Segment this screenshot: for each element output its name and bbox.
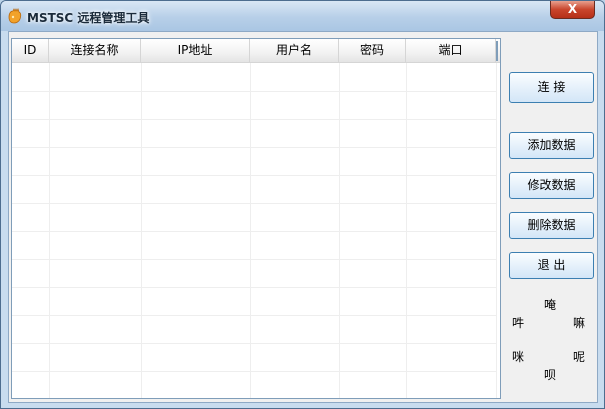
grid-column-line — [496, 63, 497, 398]
decor-glyph-right-upper: 嘛 — [573, 316, 586, 330]
column-header-id[interactable]: ID — [12, 39, 49, 63]
column-header-ip[interactable]: IP地址 — [141, 39, 250, 63]
grid-row-line — [12, 371, 496, 372]
connect-button[interactable]: 连 接 — [509, 72, 594, 103]
window-title: MSTSC 远程管理工具 — [27, 11, 150, 25]
grid-row-line — [12, 91, 496, 92]
column-header-password[interactable]: 密码 — [339, 39, 406, 63]
column-header-user[interactable]: 用户名 — [250, 39, 339, 63]
add-data-button[interactable]: 添加数据 — [509, 132, 594, 159]
delete-data-button[interactable]: 删除数据 — [509, 212, 594, 239]
grid-row-line — [12, 175, 496, 176]
client-area: ID 连接名称 IP地址 用户名 密码 端口 连 接 添加数据 修改数据 删除数… — [8, 31, 598, 403]
grid-row-line — [12, 231, 496, 232]
grid-row-line — [12, 259, 496, 260]
app-window: MSTSC 远程管理工具 X ID 连接名称 IP地址 用户名 密码 端口 连 … — [0, 0, 605, 409]
grid-row-line — [12, 147, 496, 148]
close-button[interactable]: X — [550, 1, 595, 19]
decor-glyph-left-upper: 吽 — [512, 316, 525, 330]
exit-button[interactable]: 退 出 — [509, 252, 594, 279]
column-header-port[interactable]: 端口 — [406, 39, 496, 63]
grid-row-line — [12, 343, 496, 344]
grid-row-line — [12, 119, 496, 120]
grid-row-line — [12, 203, 496, 204]
list-header: ID 连接名称 IP地址 用户名 密码 端口 — [12, 39, 500, 63]
app-icon — [8, 8, 22, 24]
column-header-name[interactable]: 连接名称 — [49, 39, 141, 63]
header-resize-grip[interactable] — [496, 41, 498, 61]
grid-row-line — [12, 315, 496, 316]
grid-row-line — [12, 287, 496, 288]
decor-glyph-top: 唵 — [544, 298, 557, 312]
decor-glyph-left-lower: 咪 — [512, 350, 525, 364]
connection-list[interactable]: ID 连接名称 IP地址 用户名 密码 端口 — [11, 38, 501, 399]
title-bar[interactable]: MSTSC 远程管理工具 X — [1, 1, 604, 31]
edit-data-button[interactable]: 修改数据 — [509, 172, 594, 199]
decor-glyph-bottom: 呗 — [544, 368, 557, 382]
decor-glyph-right-lower: 呢 — [573, 350, 586, 364]
